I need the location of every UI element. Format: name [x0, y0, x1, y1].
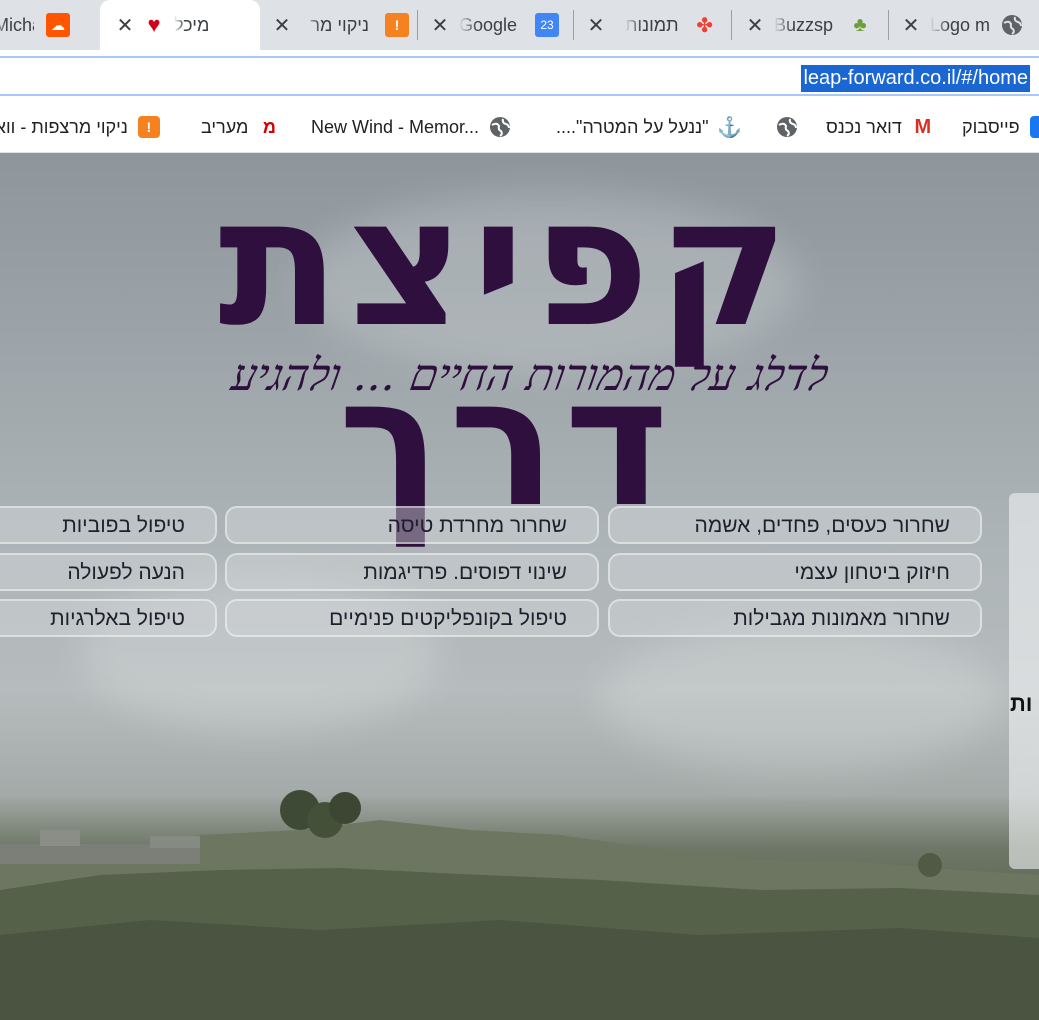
cloud-decoration [80, 573, 440, 733]
service-button[interactable]: הנעה לפעולה [0, 553, 217, 591]
bookmarks-bar: פייסבוק f דואר נכנס M "ננעל על המטרה"...… [0, 102, 1039, 153]
person-icon: ♣ [853, 13, 867, 36]
tab-soundcloud[interactable]: Michal ☁ [0, 0, 100, 50]
service-button[interactable]: טיפול באלרגיות [0, 599, 217, 637]
service-button[interactable]: חיזוק ביטחון עצמי [608, 553, 982, 591]
bookmark-label: מעריב [201, 116, 249, 137]
facebook-icon: f [1029, 116, 1039, 138]
close-icon[interactable]: ✕ [114, 13, 136, 38]
bookmark-maariv[interactable]: מעריב מ [201, 114, 280, 140]
omnibox[interactable]: leap-forward.co.il/#/home [0, 56, 1039, 96]
tab-separator [888, 10, 889, 40]
exclamation-icon: ! [137, 116, 160, 138]
site-tagline: לדלג על מהמורות החיים ... ולהגיע [227, 350, 833, 401]
service-button[interactable]: שחרור מאמונות מגבילות [608, 599, 982, 637]
close-icon[interactable]: ✕ [585, 13, 607, 38]
globe-icon [1000, 13, 1024, 37]
heart-icon: ♥ [147, 12, 161, 37]
pinwheel-icon: ✤ [696, 14, 713, 37]
service-button[interactable]: טיפול בפוביות [0, 506, 217, 544]
bookmark-label: "ננעל על המטרה".... [556, 116, 709, 137]
tab-photos[interactable]: ✕ תמונות ✤ [583, 0, 728, 50]
bookmark-label: פייסבוק [962, 116, 1020, 137]
close-icon[interactable]: ✕ [900, 13, 922, 38]
tab-title: תמונות [625, 14, 679, 35]
tab-cleaning[interactable]: ✕ ניקוי מר ! [265, 0, 415, 50]
bookmark-label: דואר נכנס [826, 116, 902, 137]
side-panel[interactable] [1009, 493, 1039, 869]
service-button[interactable]: שחרור מחרדת טיסה [225, 506, 599, 544]
globe-icon [776, 116, 798, 138]
globe-icon [489, 116, 511, 138]
tab-separator [417, 10, 418, 40]
tab-separator [731, 10, 732, 40]
url-text[interactable]: leap-forward.co.il/#/home [801, 65, 1030, 92]
soundcloud-icon: ☁ [46, 13, 70, 37]
page-content: קפיצת דרך לדלג על מהמורות החיים ... ולהג… [0, 153, 1039, 1020]
tab-separator [573, 10, 574, 40]
bookmark-new-wind[interactable]: New Wind - Memor... [311, 114, 511, 140]
tab-active[interactable]: ✕ ♥ מיכל [100, 0, 260, 50]
tab-title: ניקוי מר [310, 14, 369, 35]
anchor-icon: ⚓ [717, 116, 742, 139]
address-bar: leap-forward.co.il/#/home [0, 50, 1039, 103]
maariv-icon: מ [262, 116, 276, 137]
landscape-image [0, 790, 1039, 1020]
service-button[interactable]: טיפול בקונפליקטים פנימיים [225, 599, 599, 637]
tab-title: מיכל [174, 14, 210, 35]
bookmark-facebook[interactable]: פייסבוק f [962, 114, 1039, 140]
close-icon[interactable]: ✕ [429, 13, 451, 38]
tab-logo[interactable]: ✕ Logo m [898, 0, 1039, 50]
bookmark-label: ניקוי מרצפות - וואו [0, 116, 128, 137]
service-button[interactable]: שחרור כעסים, פחדים, אשמה [608, 506, 982, 544]
tab-buzzsprout[interactable]: ✕ Buzzspr ♣ [742, 0, 882, 50]
bookmark-inbox[interactable]: דואר נכנס M [826, 114, 934, 140]
close-icon[interactable]: ✕ [271, 13, 293, 38]
close-icon[interactable]: ✕ [744, 13, 766, 38]
exclamation-icon: ! [385, 13, 409, 37]
tab-google-calendar[interactable]: ✕ Google 23 [425, 0, 570, 50]
tab-strip: Michal ☁ ✕ ♥ מיכל ✕ ניקוי מר ! ✕ Google … [0, 0, 1039, 50]
side-panel-text: ות [1010, 691, 1033, 716]
tab-title: Buzzspr [774, 14, 834, 35]
gmail-icon: M [914, 115, 932, 138]
cloud-decoration [600, 623, 1000, 773]
calendar-icon: 23 [535, 13, 559, 37]
bookmark-locked-target[interactable]: "ננעל על המטרה".... ⚓ [556, 114, 798, 140]
tab-title: Logo m [930, 14, 991, 35]
tab-title: Michal [0, 14, 34, 35]
bookmark-floor-cleaning[interactable]: ניקוי מרצפות - וואו ! [0, 114, 160, 140]
service-button[interactable]: שינוי דפוסים. פרדיגמות [225, 553, 599, 591]
tab-title: Google [459, 14, 518, 35]
bookmark-label: New Wind - Memor... [311, 116, 480, 137]
